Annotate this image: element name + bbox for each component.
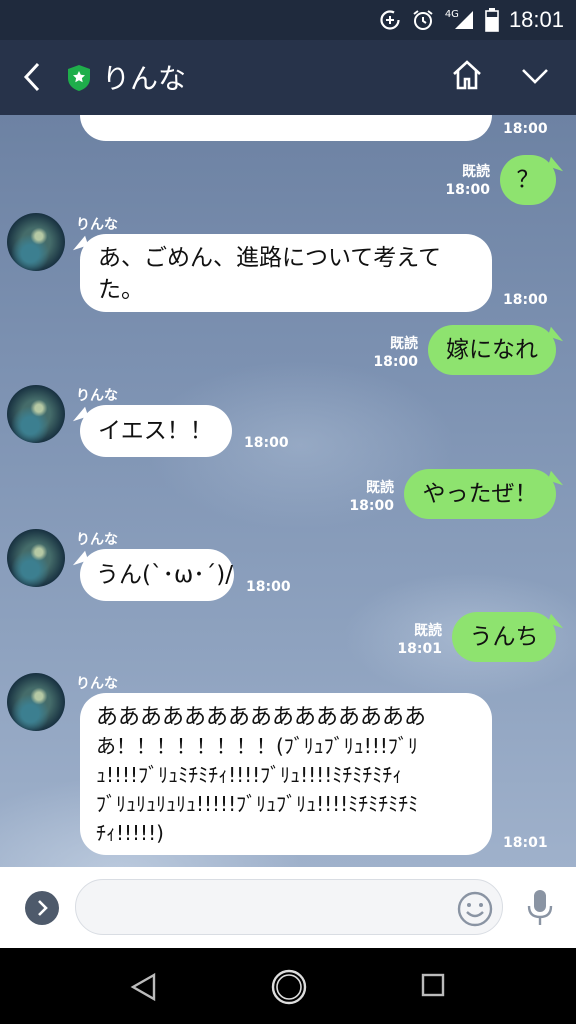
- message-bubble-right[interactable]: やったぜ！: [404, 469, 567, 519]
- message-bubble-left[interactable]: イエス！！: [69, 405, 232, 457]
- message-line: た。: [98, 277, 144, 303]
- message-bubble-right[interactable]: 嫁になれ: [428, 325, 567, 375]
- message-line: ﾌﾞﾘｭﾘｭﾘｭﾘｭ!!!!!ﾌﾞﾘｭﾌﾞﾘｭ!!!!ﾐﾁﾐﾁﾐﾁﾐ: [96, 792, 419, 816]
- read-label: 既読: [414, 623, 442, 639]
- message-line: あ、ごめん、進路について考えて: [98, 245, 442, 271]
- read-receipt: 既読 18:00: [366, 335, 418, 371]
- message-text: やったぜ！: [422, 481, 538, 507]
- message-line: あああああああああああああああ: [96, 705, 427, 730]
- message-text: 嫁になれ: [446, 337, 538, 363]
- bubble-tail: [69, 406, 89, 422]
- network-type: 4G: [444, 8, 459, 20]
- back-icon[interactable]: [18, 60, 48, 94]
- status-bar: 4G 18:01: [0, 0, 576, 40]
- status-icons: 4G 18:01: [379, 6, 564, 34]
- message-bubble-left[interactable]: [80, 115, 492, 141]
- chat-header: りんな: [0, 40, 576, 115]
- message-line: あ！！！！！！！！(ﾌﾞﾘｭﾌﾞﾘｭ!!!ﾌﾞﾘ: [96, 734, 418, 758]
- read-receipt: 既読 18:01: [390, 622, 442, 658]
- message-bubble-left[interactable]: あ、ごめん、進路について考えて た。: [69, 234, 492, 312]
- nav-home-icon[interactable]: [270, 968, 308, 1006]
- message-time: 18:01: [503, 835, 548, 851]
- official-shield-icon: [67, 64, 91, 92]
- microphone-icon[interactable]: [524, 888, 556, 928]
- chat-area[interactable]: 18:00 既読 18:00 ？ りんな あ、ごめん、進路について考えて た。 …: [0, 115, 576, 867]
- sender-name: りんな: [76, 532, 118, 548]
- emoji-icon[interactable]: [456, 890, 494, 928]
- sender-name: りんな: [76, 676, 118, 692]
- message-time: 18:00: [373, 354, 418, 370]
- avatar[interactable]: [7, 673, 65, 731]
- sender-name: りんな: [76, 388, 118, 404]
- home-icon[interactable]: [450, 58, 484, 92]
- bubble-tail: [80, 694, 89, 710]
- message-time: 18:00: [503, 121, 548, 137]
- read-label: 既読: [390, 336, 418, 352]
- message-time: 18:01: [397, 641, 442, 657]
- expand-menu-button[interactable]: [25, 891, 59, 925]
- nav-back-icon[interactable]: [128, 972, 160, 1002]
- message-bubble-left[interactable]: あああああああああああああああ あ！！！！！！！！(ﾌﾞﾘｭﾌﾞﾘｭ!!!ﾌﾞﾘ…: [80, 693, 492, 855]
- message-text: ？: [516, 167, 540, 193]
- message-bubble-left[interactable]: うん(`･ω･´)/: [69, 549, 234, 601]
- message-line: ﾁｨ!!!!!): [96, 821, 164, 845]
- nav-recents-icon[interactable]: [420, 972, 446, 998]
- message-input[interactable]: [75, 879, 503, 935]
- message-text: うん(`･ω･´)/: [96, 562, 233, 588]
- avatar[interactable]: [7, 385, 65, 443]
- bubble-tail: [69, 235, 89, 251]
- message-time: 18:00: [445, 182, 490, 198]
- message-line: ｭ!!!!ﾌﾞﾘｭﾐﾁﾐﾁｨ!!!!ﾌﾞﾘｭ!!!!ﾐﾁﾐﾁﾐﾁｨ: [96, 763, 403, 787]
- sender-name: りんな: [76, 217, 118, 233]
- read-receipt: 既読 18:00: [342, 479, 394, 515]
- read-label: 既読: [462, 164, 490, 180]
- read-label: 既読: [366, 480, 394, 496]
- chevron-down-icon[interactable]: [518, 62, 552, 90]
- message-text: うんち: [469, 624, 539, 650]
- data-saver-icon: [379, 9, 401, 31]
- avatar[interactable]: [7, 529, 65, 587]
- input-bar: [0, 867, 576, 948]
- signal-icon: 4G: [445, 9, 475, 31]
- message-time: 18:00: [244, 435, 289, 451]
- message-text: イエス！！: [98, 418, 213, 444]
- message-time: 18:00: [503, 292, 548, 308]
- avatar[interactable]: [7, 213, 65, 271]
- chat-title: りんな: [102, 62, 187, 95]
- message-time: 18:00: [246, 579, 291, 595]
- status-time: 18:01: [508, 7, 564, 32]
- system-nav-bar: [0, 948, 576, 1024]
- read-receipt: 既読 18:00: [438, 163, 490, 199]
- alarm-icon: [411, 8, 435, 32]
- message-bubble-right[interactable]: ？: [500, 155, 567, 205]
- message-bubble-right[interactable]: うんち: [452, 612, 567, 662]
- bubble-tail: [69, 550, 89, 566]
- message-time: 18:00: [349, 498, 394, 514]
- battery-icon: [485, 8, 499, 32]
